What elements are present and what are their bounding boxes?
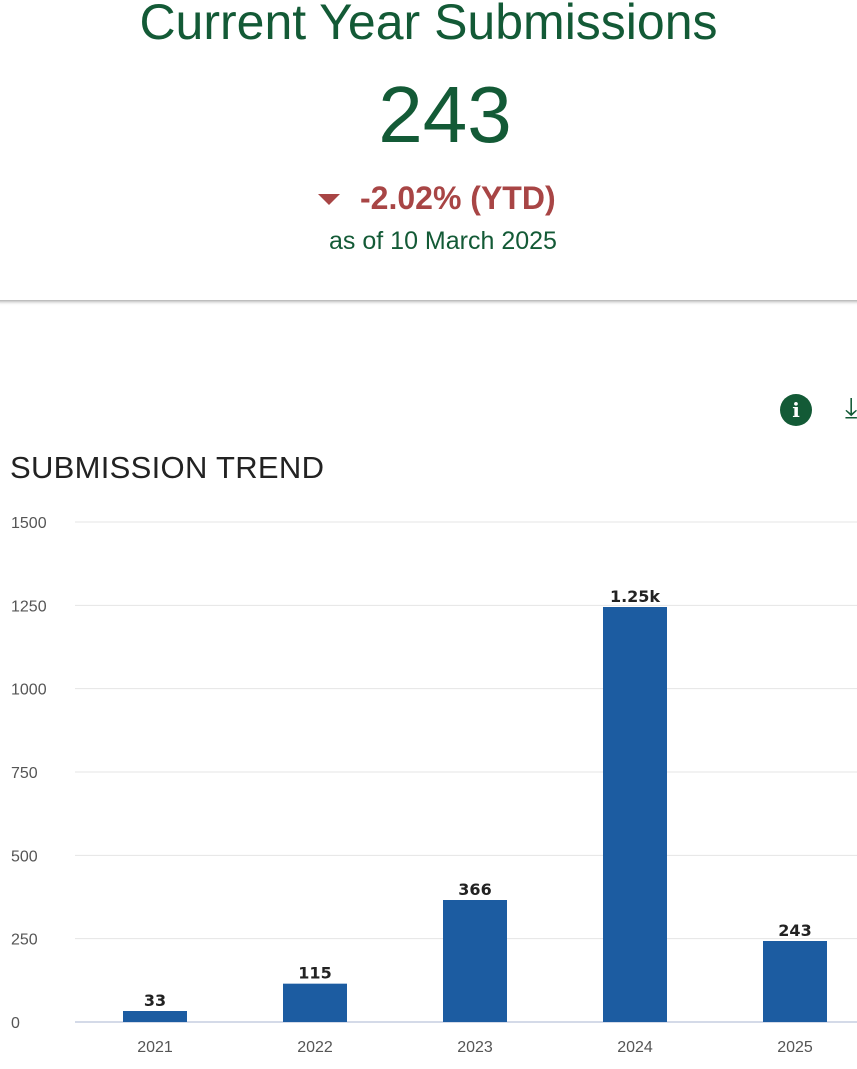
kpi-value: 243	[378, 70, 512, 159]
y-tick-label: 500	[11, 848, 38, 865]
data-label-2023: 366	[458, 880, 491, 899]
bar-2022[interactable]	[283, 983, 347, 1022]
kpi-change: -2.02% (YTD)	[318, 178, 556, 218]
data-label-2022: 115	[298, 964, 331, 983]
y-tick-label: 1250	[11, 598, 47, 615]
x-tick-label: 2023	[457, 1039, 493, 1056]
info-icon[interactable]: i	[780, 394, 812, 426]
download-icon[interactable]: ⤓	[845, 392, 857, 424]
y-tick-label: 0	[11, 1015, 20, 1032]
kpi-change-text: -2.02% (YTD)	[360, 179, 556, 216]
data-label-2025: 243	[778, 921, 811, 940]
down-arrow-icon	[318, 193, 340, 205]
data-label-2024: 1.25k	[610, 587, 660, 606]
kpi-title: Current Year Submissions	[139, 0, 718, 50]
y-tick-label: 1500	[11, 515, 47, 532]
bar-2021[interactable]	[123, 1011, 187, 1022]
bar-2025[interactable]	[763, 941, 827, 1022]
x-tick-label: 2021	[137, 1039, 173, 1056]
x-tick-label: 2025	[777, 1039, 813, 1056]
x-tick-label: 2022	[297, 1039, 333, 1056]
bar-chart: 1500 1250 1000 750 500 250 0 33 2021 115 2022 366 20…	[11, 515, 857, 1056]
y-tick-label: 250	[11, 932, 38, 949]
x-tick-label: 2024	[617, 1039, 653, 1056]
y-tick-label: 1000	[11, 682, 47, 699]
data-label-2021: 33	[144, 991, 166, 1010]
kpi-date: as of 10 March 2025	[329, 227, 557, 255]
y-tick-label: 750	[11, 765, 38, 782]
bar-2024[interactable]	[603, 607, 667, 1022]
bar-2023[interactable]	[443, 900, 507, 1022]
chart-title: SUBMISSION TREND	[10, 450, 325, 485]
